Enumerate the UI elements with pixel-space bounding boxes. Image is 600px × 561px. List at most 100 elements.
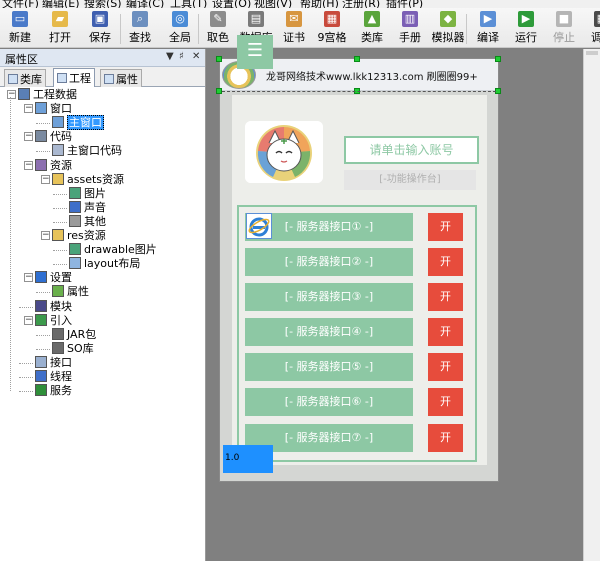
- tree-item[interactable]: SO库: [52, 341, 94, 356]
- tree-item[interactable]: 代码: [35, 130, 72, 144]
- menu-item[interactable]: 视图(V): [254, 0, 292, 8]
- server-interface-button[interactable]: [- 服务器接口⑥ -]: [245, 388, 413, 416]
- toolbar-button[interactable]: ▶ 运行: [508, 10, 544, 46]
- collapse-toggle[interactable]: −: [24, 315, 33, 325]
- tree-item[interactable]: 图片: [69, 186, 106, 201]
- open-button[interactable]: 开: [428, 318, 463, 346]
- tree-item[interactable]: 线程: [35, 370, 72, 384]
- menu-item[interactable]: 搜索(S): [84, 0, 122, 8]
- menu-item[interactable]: 工具(T): [170, 0, 207, 8]
- tab-properties[interactable]: 属性: [100, 69, 142, 87]
- server-interface-button[interactable]: [- 服务器接口④ -]: [245, 318, 413, 346]
- toolbar-button[interactable]: ■ 停止: [546, 10, 582, 46]
- menu-item[interactable]: 编译(C): [126, 0, 164, 8]
- menu-item[interactable]: 设置(O): [212, 0, 251, 8]
- toolbar-button-label: 停止: [553, 31, 575, 44]
- scrollbar-thumb[interactable]: [586, 51, 598, 55]
- tree-item[interactable]: assets资源: [52, 172, 124, 187]
- toolbar-button[interactable]: ▥ 手册: [392, 10, 428, 46]
- server-interface-button[interactable]: [- 服务器接口② -]: [245, 248, 413, 276]
- certificate-icon: ✉: [286, 11, 302, 27]
- open-button[interactable]: 开: [428, 353, 463, 381]
- cat-avatar-icon: [245, 121, 323, 183]
- tab-library[interactable]: 类库: [4, 69, 46, 87]
- tree-item[interactable]: 主窗口代码: [52, 144, 122, 158]
- tree-item[interactable]: 主窗口: [52, 115, 104, 131]
- tree-item[interactable]: 接口: [35, 355, 72, 370]
- tree-item[interactable]: 工程数据: [18, 88, 77, 102]
- toolbar-button[interactable]: ◎ 全局: [162, 10, 198, 46]
- panel-dropdown-icon[interactable]: ▼: [166, 51, 174, 62]
- tree-item[interactable]: res资源: [52, 229, 106, 243]
- global-icon: ◎: [172, 11, 188, 27]
- menu-item[interactable]: 帮助(H): [300, 0, 339, 8]
- toolbar-button-label: 运行: [515, 31, 537, 44]
- open-button[interactable]: 开: [428, 213, 463, 241]
- menu-item[interactable]: 插件(P): [386, 0, 423, 8]
- collapse-toggle[interactable]: −: [24, 160, 33, 170]
- toolbar-button-label: 证书: [283, 31, 305, 44]
- menu-button[interactable]: ☰: [237, 35, 273, 69]
- open-button[interactable]: 开: [428, 283, 463, 311]
- tree-item[interactable]: 属性: [52, 285, 89, 299]
- tree-item[interactable]: JAR包: [52, 327, 96, 342]
- open-button[interactable]: 开: [428, 424, 463, 452]
- folder-icon: [52, 172, 64, 185]
- ie-browser-icon: [246, 213, 272, 239]
- panel-pin-icon[interactable]: ♯: [179, 51, 184, 62]
- tree-connector: [53, 250, 67, 252]
- panel-close-icon[interactable]: ✕: [192, 51, 200, 62]
- collapse-toggle[interactable]: −: [24, 273, 33, 283]
- tree-item[interactable]: 窗口: [35, 102, 72, 116]
- tree-item[interactable]: 其他: [69, 214, 106, 229]
- tree-connector: [19, 362, 33, 364]
- collapse-toggle[interactable]: −: [24, 104, 33, 114]
- tab-project[interactable]: 工程: [53, 68, 95, 87]
- resize-handle[interactable]: [354, 56, 360, 62]
- tree-item[interactable]: 声音: [69, 200, 106, 215]
- tree-item[interactable]: layout布局: [69, 257, 140, 271]
- tree-item[interactable]: 模块: [35, 299, 72, 314]
- toolbar-button[interactable]: ✉ 证书: [276, 10, 312, 46]
- tree-item[interactable]: drawable图片: [69, 243, 157, 257]
- toolbar-button[interactable]: ◆ 模拟器: [428, 10, 468, 46]
- toolbar-button[interactable]: ▦ 调试: [584, 10, 600, 46]
- tree-item[interactable]: 引入: [35, 313, 72, 328]
- server-interface-button[interactable]: [- 服务器接口③ -]: [245, 283, 413, 311]
- music-icon: [69, 200, 81, 213]
- collapse-toggle[interactable]: −: [41, 231, 50, 240]
- toolbar-button[interactable]: ⌕ 查找: [122, 10, 158, 46]
- resize-handle[interactable]: [216, 56, 222, 62]
- resize-handle[interactable]: [495, 56, 501, 62]
- interface-icon: [35, 355, 47, 368]
- tree-item[interactable]: 服务: [35, 384, 72, 398]
- toolbar-button[interactable]: ▭ 新建: [2, 10, 38, 46]
- menu-item[interactable]: 文件(F): [2, 0, 39, 8]
- menu-item[interactable]: 编辑(E): [42, 0, 80, 8]
- toolbar-button[interactable]: ▦ 9宫格: [314, 10, 350, 46]
- account-input[interactable]: 请单击输入账号: [344, 136, 479, 164]
- menu-item[interactable]: 注册(R): [342, 0, 380, 8]
- toolbar-button[interactable]: ▣ 保存: [82, 10, 118, 46]
- collapse-toggle[interactable]: −: [24, 132, 33, 142]
- menu-bar: 文件(F) 编辑(E) 搜索(S) 编译(C) 工具(T) 设置(O) 视图(V) 帮助(H)…: [0, 0, 600, 8]
- open-button[interactable]: 开: [428, 388, 463, 416]
- toolbar-button[interactable]: ▰ 打开: [42, 10, 78, 46]
- tree-item[interactable]: 资源: [35, 158, 72, 173]
- toolbar-button[interactable]: ▶ 编译: [470, 10, 506, 46]
- tree-item-label: 其他: [84, 214, 106, 228]
- toolbar-button[interactable]: ▲ 类库: [354, 10, 390, 46]
- vertical-scrollbar[interactable]: [583, 49, 600, 561]
- tree-item[interactable]: 设置: [35, 271, 72, 285]
- toolbar-button[interactable]: ✎ 取色: [200, 10, 236, 46]
- folder-icon: [52, 229, 64, 241]
- open-button[interactable]: 开: [428, 248, 463, 276]
- tree-connector: [36, 292, 50, 294]
- collapse-toggle[interactable]: −: [7, 90, 16, 99]
- collapse-toggle[interactable]: −: [41, 174, 50, 184]
- toolbar-button-label: 取色: [207, 31, 229, 44]
- server-interface-button[interactable]: [- 服务器接口⑤ -]: [245, 353, 413, 381]
- android-library-icon: ▲: [364, 11, 380, 27]
- toolbar-button-label: 模拟器: [431, 31, 465, 44]
- tree-connector: [36, 348, 50, 350]
